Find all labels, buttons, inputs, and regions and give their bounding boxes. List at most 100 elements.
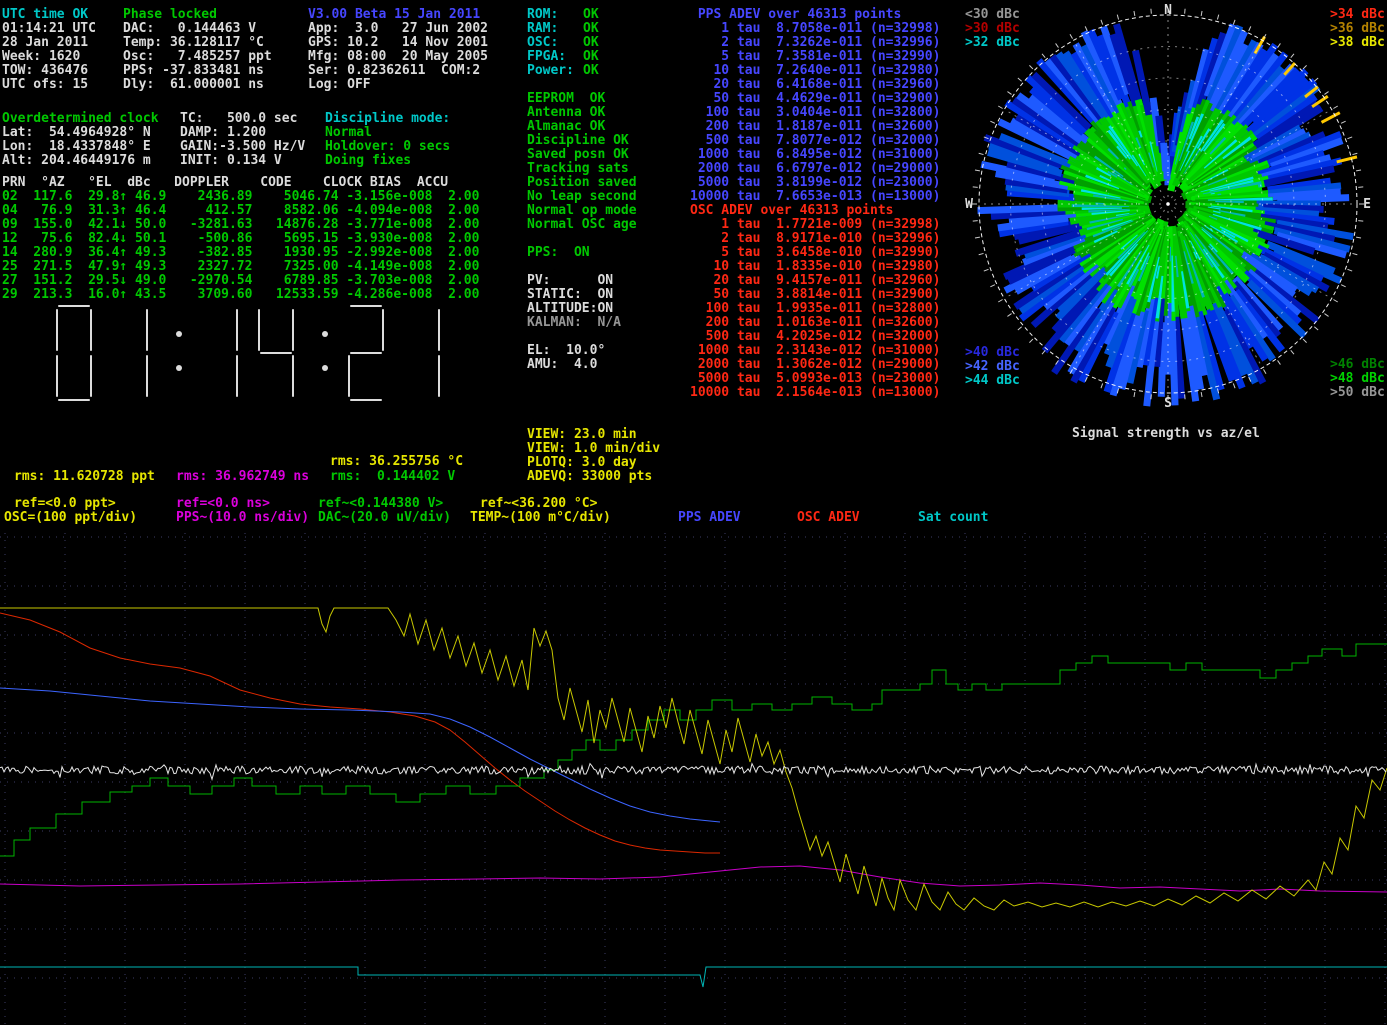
osc-label: OSC: [527,36,558,50]
pps-adev-tau-10: 10 tau 7.2640e-011 (n=32980) [690,64,940,78]
pps-mode: PPS: ON [527,246,590,260]
rom-ok: OK [583,8,599,22]
discipline-status: Discipline OK [527,134,629,148]
saved-posn-status: Saved posn OK [527,148,629,162]
series-osc-ppt [0,608,1387,910]
sat-row-12: 12 75.6 82.4↓ 50.1 -500.86 5695.15 -3.93… [2,232,479,246]
gain-value: GAIN:-3.500 Hz/V [180,140,305,154]
sat-row-04: 04 76.9 31.3↑ 46.4 412.57 8582.06 -4.094… [2,204,479,218]
compass-n: N [1164,3,1172,18]
series-pps-adev-trace [0,866,1387,892]
legend-pps-adev: PPS ADEV [678,511,741,525]
serial: Ser: 0.82362611 COM:2 [308,64,480,78]
gps-week: Week: 1620 [2,50,80,64]
rms-dac: rms: 0.144402 V [330,470,455,484]
plot-grid [0,533,1387,1025]
plotq: PLOTQ: 3.0 day [527,456,637,470]
ram-ok: OK [583,22,599,36]
clock-colon-dot [176,331,182,337]
adevq: ADEVQ: 33000 pts [527,470,652,484]
osc-adev-tau-100: 100 tau 1.9935e-011 (n=32800) [690,302,940,316]
dly-value: Dly: 61.000001 ns [123,78,264,92]
pps-adev-tau-5000: 5000 tau 3.8199e-012 (n=23000) [690,176,940,190]
osc-adev-tau-5000: 5000 tau 5.0993e-013 (n=23000) [690,372,940,386]
osc-adev-tau-2: 2 tau 8.9171e-010 (n=32996) [690,232,940,246]
rms-osc: rms: 11.620728 ppt [14,470,155,484]
temp-value: Temp: 36.128117 °C [123,36,264,50]
series-temp-noise [0,764,1386,780]
compass-e: E [1363,197,1371,212]
op-mode: Normal op mode [527,204,637,218]
sat-table-header: PRN °AZ °EL dBc DOPPLER CODE CLOCK BIAS … [2,176,448,190]
legend-sat-count: Sat count [918,511,988,525]
ram-label: RAM: [527,22,558,36]
altitude-mode: ALTITUDE:ON [527,302,613,316]
dac-value: DAC: 0.144463 V [123,22,256,36]
tracking-status: Tracking sats [527,162,629,176]
skyplot-caption: Signal strength vs az/el [1072,427,1260,441]
osc-adev-tau-10000: 10000 tau 2.1564e-013 (n=13000) [690,386,940,400]
kalman-mode: KALMAN: N/A [527,316,621,330]
almanac-status: Almanac OK [527,120,605,134]
position-saved: Position saved [527,176,637,190]
pps-adev-tau-1000: 1000 tau 6.8495e-012 (n=31000) [690,148,940,162]
osc-value: Osc: 7.485257 ppt [123,50,272,64]
pps-adev-tau-10000: 10000 tau 7.6653e-013 (n=13000) [690,190,940,204]
pps-adev-tau-200: 200 tau 1.8187e-011 (n=32600) [690,120,940,134]
osc-adev-tau-50: 50 tau 3.8814e-011 (n=32900) [690,288,940,302]
utc-offset: UTC ofs: 15 [2,78,88,92]
osc-adev-tau-200: 200 tau 1.0163e-011 (n=32600) [690,316,940,330]
utc-time: 01:14:21 UTC [2,22,96,36]
scale-pps: PPS~(10.0 ns/div) [176,511,309,525]
scale-osc: OSC=(100 ppt/div) [4,511,137,525]
big-digital-clock [25,300,465,410]
mfg-date: Mfg: 08:00 20 May 2005 [308,50,488,64]
discipline-mode-label: Discipline mode: [325,112,450,126]
amu-mask: AMU: 4.0 [527,358,597,372]
clock-digit-0 [57,306,91,400]
pps-adev-tau-5: 5 tau 7.3581e-011 (n=32990) [690,50,940,64]
holdover: Holdover: 0 secs [325,140,450,154]
log-status: Log: OFF [308,78,371,92]
pps-value: PPS↑ -37.833481 ns [123,64,264,78]
rom-label: ROM: [527,8,558,22]
pv-mode: PV: ON [527,274,613,288]
legend-osc-adev: OSC ADEV [797,511,860,525]
version: V3.00 Beta 15 Jan 2011 [308,8,480,22]
osc-adev-tau-1: 1 tau 1.7721e-009 (n=32998) [690,218,940,232]
gps-version: GPS: 10.2 14 Nov 2001 [308,36,488,50]
pps-adev-tau-20: 20 tau 6.4168e-011 (n=32960) [690,78,940,92]
pps-adev-header: PPS ADEV over 46313 points [690,8,901,22]
sat-row-02: 02 117.6 29.8↑ 46.9 2436.89 5046.74 -3.1… [2,190,479,204]
fpga-ok: OK [583,50,599,64]
damp-value: DAMP: 1.200 [180,126,266,140]
clock-digit-4 [259,310,293,396]
power-label: Power: [527,64,574,78]
utc-date: 28 Jan 2011 [2,36,88,50]
skyplot-heatmap [978,24,1357,406]
osc-adev-tau-5: 5 tau 3.6458e-010 (n=32990) [690,246,940,260]
signal-skyplot: NESW [958,0,1387,424]
clock-colon-dot [322,331,328,337]
app-version: App: 3.0 27 Jun 2002 [308,22,488,36]
pps-adev-tau-2: 2 tau 7.3262e-011 (n=32996) [690,36,940,50]
osc-adev-tau-1000: 1000 tau 2.3143e-012 (n=31000) [690,344,940,358]
osc-adev-tau-2000: 2000 tau 1.3062e-012 (n=29000) [690,358,940,372]
rms-pps: rms: 36.962749 ns [176,470,309,484]
compass-s: S [1164,396,1172,411]
heather-screen: UTC time OK01:14:21 UTC28 Jan 2011Week: … [0,0,1387,1025]
sat-row-09: 09 155.0 42.1↓ 50.0 -3281.63 14876.28 -3… [2,218,479,232]
lon: Lon: 18.4337848° E [2,140,151,154]
sat-row-25: 25 271.5 47.9↑ 49.3 2327.72 7325.00 -4.1… [2,260,479,274]
ref-temp: ref~<36.200 °C> [480,497,597,511]
power-ok: OK [583,64,599,78]
view-span: VIEW: 23.0 min [527,428,637,442]
osc-adev-tau-20: 20 tau 9.4157e-011 (n=32960) [690,274,940,288]
series-pps-ns [0,613,720,853]
sat-row-14: 14 280.9 36.4↑ 49.3 -382.85 1930.95 -2.9… [2,246,479,260]
osc-ok: OK [583,36,599,50]
utc-status: UTC time OK [2,8,88,22]
eeprom-status: EEPROM OK [527,92,605,106]
pps-adev-tau-100: 100 tau 3.0404e-011 (n=32800) [690,106,940,120]
alt: Alt: 204.46449176 m [2,154,151,168]
